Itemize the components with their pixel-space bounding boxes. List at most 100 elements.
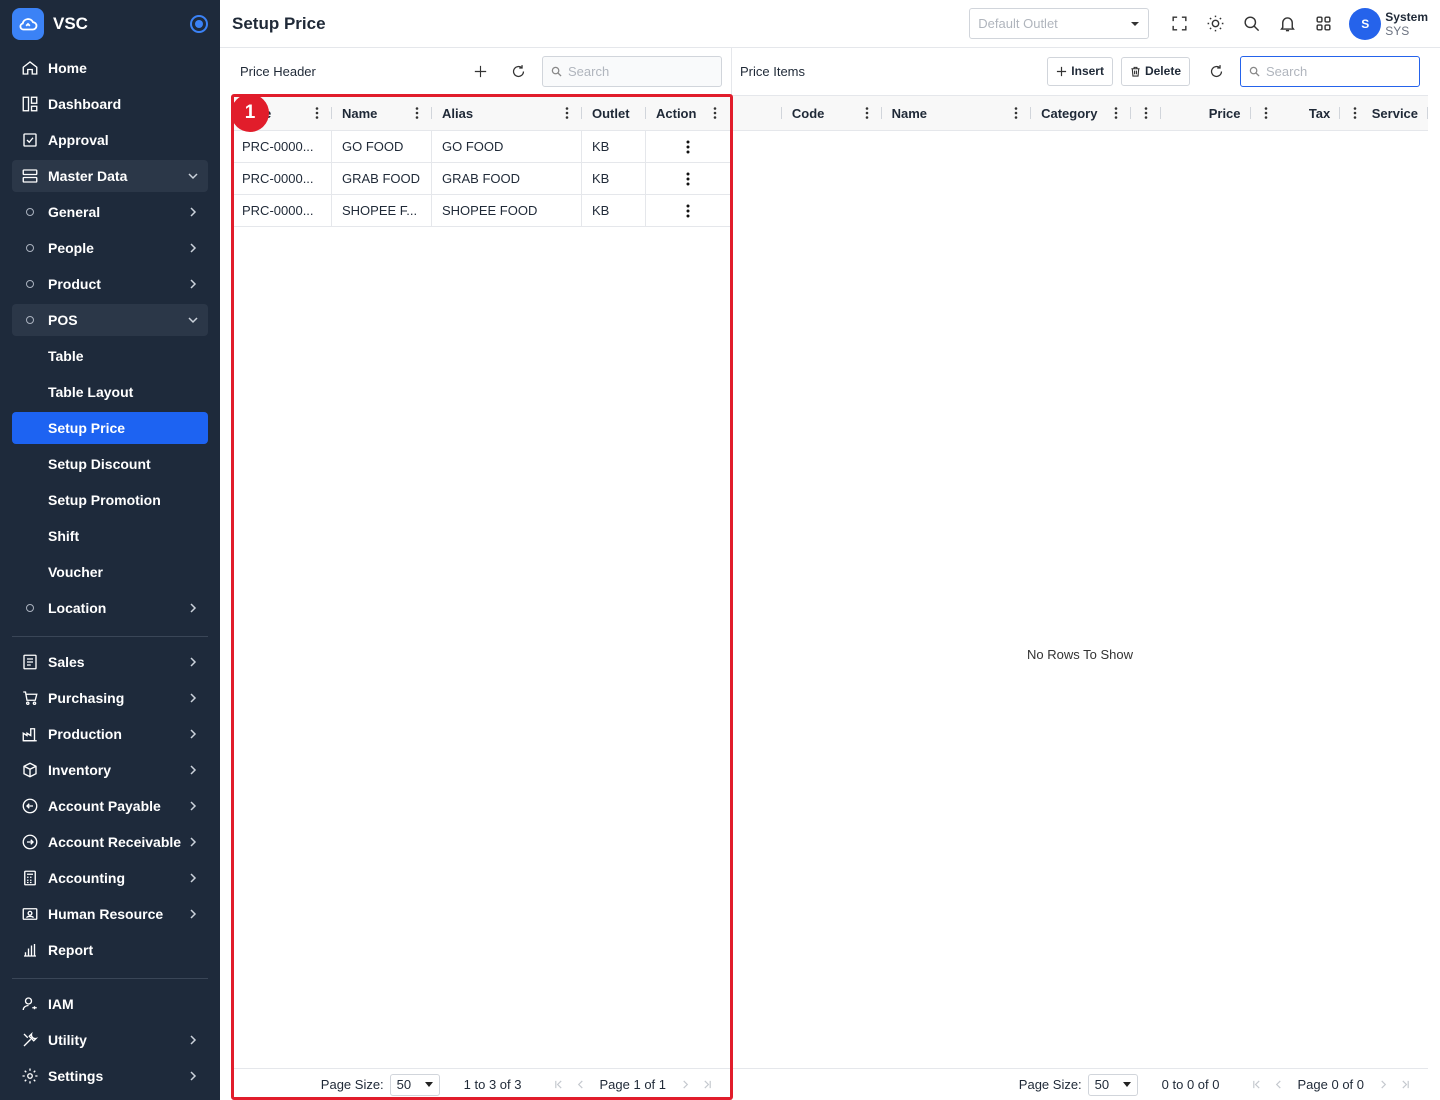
- column-header-name[interactable]: Name: [882, 96, 1032, 130]
- sidebar-item-table[interactable]: Table: [12, 340, 208, 372]
- grid-header: Code Name Category Price Tax Service: [732, 95, 1428, 131]
- column-header-price[interactable]: Price: [1161, 96, 1251, 130]
- sidebar-item-account-receivable[interactable]: Account Receivable: [12, 826, 208, 858]
- column-menu-icon[interactable]: [562, 107, 572, 119]
- column-header-unnamed[interactable]: [1131, 96, 1161, 130]
- sidebar-item-accounting[interactable]: Accounting: [12, 862, 208, 894]
- column-menu-icon[interactable]: [312, 107, 322, 119]
- search-input[interactable]: [568, 63, 708, 79]
- cell-outlet: KB: [582, 163, 646, 194]
- column-header-name[interactable]: Name: [332, 96, 432, 130]
- column-header-outlet[interactable]: Outlet: [582, 96, 646, 130]
- sidebar-item-master-data[interactable]: Master Data: [12, 160, 208, 192]
- search-icon[interactable]: [1233, 6, 1269, 42]
- column-menu-icon[interactable]: [412, 107, 422, 119]
- column-menu-icon[interactable]: [862, 107, 872, 119]
- sidebar-item-account-payable[interactable]: Account Payable: [12, 790, 208, 822]
- sidebar-item-voucher[interactable]: Voucher: [12, 556, 208, 588]
- box-icon: [20, 760, 40, 780]
- sidebar-item-setup-promotion[interactable]: Setup Promotion: [12, 484, 208, 516]
- sidebar-item-approval[interactable]: Approval: [12, 124, 208, 156]
- table-row[interactable]: PRC-0000... SHOPEE F... SHOPEE FOOD KB: [232, 195, 730, 227]
- table-row[interactable]: PRC-0000... GO FOOD GO FOOD KB: [232, 131, 730, 163]
- first-page-icon[interactable]: [1249, 1077, 1265, 1093]
- last-page-icon[interactable]: [699, 1077, 715, 1093]
- outlet-select[interactable]: Default Outlet: [969, 8, 1150, 39]
- delete-button[interactable]: Delete: [1120, 56, 1190, 86]
- column-label: Name: [342, 105, 378, 121]
- chevron-right-icon: [186, 871, 200, 885]
- prev-page-icon[interactable]: [1271, 1077, 1287, 1093]
- column-header-category[interactable]: Category: [1031, 96, 1131, 130]
- column-header-tax[interactable]: Tax: [1251, 96, 1341, 130]
- column-header-alias[interactable]: Alias: [432, 96, 582, 130]
- sidebar-toggle-icon[interactable]: [190, 15, 208, 33]
- sidebar-item-product[interactable]: Product: [12, 268, 208, 300]
- theme-sun-icon[interactable]: [1197, 6, 1233, 42]
- table-row[interactable]: PRC-0000... GRAB FOOD GRAB FOOD KB: [232, 163, 730, 195]
- sidebar-item-production[interactable]: Production: [12, 718, 208, 750]
- insert-button[interactable]: Insert: [1047, 56, 1113, 86]
- price-items-search[interactable]: [1240, 55, 1420, 87]
- fullscreen-icon[interactable]: [1161, 6, 1197, 42]
- sidebar-item-table-layout[interactable]: Table Layout: [12, 376, 208, 408]
- caret-down-icon: [1131, 21, 1140, 26]
- sidebar-item-dashboard[interactable]: Dashboard: [12, 88, 208, 120]
- column-label: Alias: [442, 105, 474, 121]
- sidebar-item-utility[interactable]: Utility: [12, 1024, 208, 1056]
- circle-icon: [20, 238, 40, 258]
- first-page-icon[interactable]: [551, 1077, 567, 1093]
- sidebar-item-setup-discount[interactable]: Setup Discount: [12, 448, 208, 480]
- sidebar-item-human-resource[interactable]: Human Resource: [12, 898, 208, 930]
- row-action-menu-icon[interactable]: [646, 163, 730, 194]
- outlet-select-placeholder: Default Outlet: [978, 16, 1058, 31]
- chevron-right-icon: [186, 907, 200, 921]
- sidebar-item-settings[interactable]: Settings: [12, 1060, 208, 1092]
- refresh-icon[interactable]: [1200, 55, 1232, 87]
- sidebar-item-general[interactable]: General: [12, 196, 208, 228]
- sidebar-item-purchasing[interactable]: Purchasing: [12, 682, 208, 714]
- sidebar-item-report[interactable]: Report: [12, 934, 208, 966]
- plus-icon: [1057, 66, 1067, 76]
- row-action-menu-icon[interactable]: [646, 195, 730, 226]
- search-input[interactable]: [1266, 63, 1406, 79]
- sidebar-item-inventory[interactable]: Inventory: [12, 754, 208, 786]
- add-icon[interactable]: [464, 55, 496, 87]
- cell-name: SHOPEE F...: [332, 195, 432, 226]
- next-page-icon[interactable]: [1375, 1077, 1391, 1093]
- sidebar-item-iam[interactable]: IAM: [12, 988, 208, 1020]
- dashboard-icon: [20, 94, 40, 114]
- prev-page-icon[interactable]: [573, 1077, 589, 1093]
- column-menu-icon[interactable]: [1011, 107, 1021, 119]
- page-indicator: Page 0 of 0: [1297, 1077, 1365, 1092]
- page-size-select[interactable]: 50: [1087, 1073, 1138, 1096]
- refresh-icon[interactable]: [502, 55, 534, 87]
- arrow-right-circle-icon: [20, 832, 40, 852]
- sidebar-item-pos[interactable]: POS: [12, 304, 208, 336]
- bell-icon[interactable]: [1269, 6, 1305, 42]
- column-header-code[interactable]: Code: [782, 96, 882, 130]
- page-size-select[interactable]: 50: [389, 1073, 440, 1096]
- column-menu-icon[interactable]: [710, 107, 720, 119]
- last-page-icon[interactable]: [1397, 1077, 1413, 1093]
- column-menu-icon[interactable]: [1111, 107, 1121, 119]
- next-page-icon[interactable]: [677, 1077, 693, 1093]
- factory-icon: [20, 724, 40, 744]
- column-menu-icon[interactable]: [1261, 107, 1271, 119]
- column-menu-icon[interactable]: [1350, 107, 1360, 119]
- user-menu[interactable]: S System SYS: [1349, 7, 1428, 40]
- column-menu-icon[interactable]: [1141, 107, 1151, 119]
- sidebar-item-home[interactable]: Home: [12, 52, 208, 84]
- column-header-select[interactable]: [732, 96, 782, 130]
- price-header-search[interactable]: [542, 55, 722, 87]
- sidebar-item-setup-price[interactable]: Setup Price: [12, 412, 208, 444]
- sidebar-item-shift[interactable]: Shift: [12, 520, 208, 552]
- sidebar-item-sales[interactable]: Sales: [12, 646, 208, 678]
- row-action-menu-icon[interactable]: [646, 131, 730, 162]
- column-header-service[interactable]: Service: [1340, 96, 1428, 130]
- column-label: Action: [656, 105, 697, 121]
- sidebar-item-location[interactable]: Location: [12, 592, 208, 624]
- sidebar-item-people[interactable]: People: [12, 232, 208, 264]
- apps-grid-icon[interactable]: [1305, 6, 1341, 42]
- column-header-action[interactable]: Action: [646, 96, 730, 130]
